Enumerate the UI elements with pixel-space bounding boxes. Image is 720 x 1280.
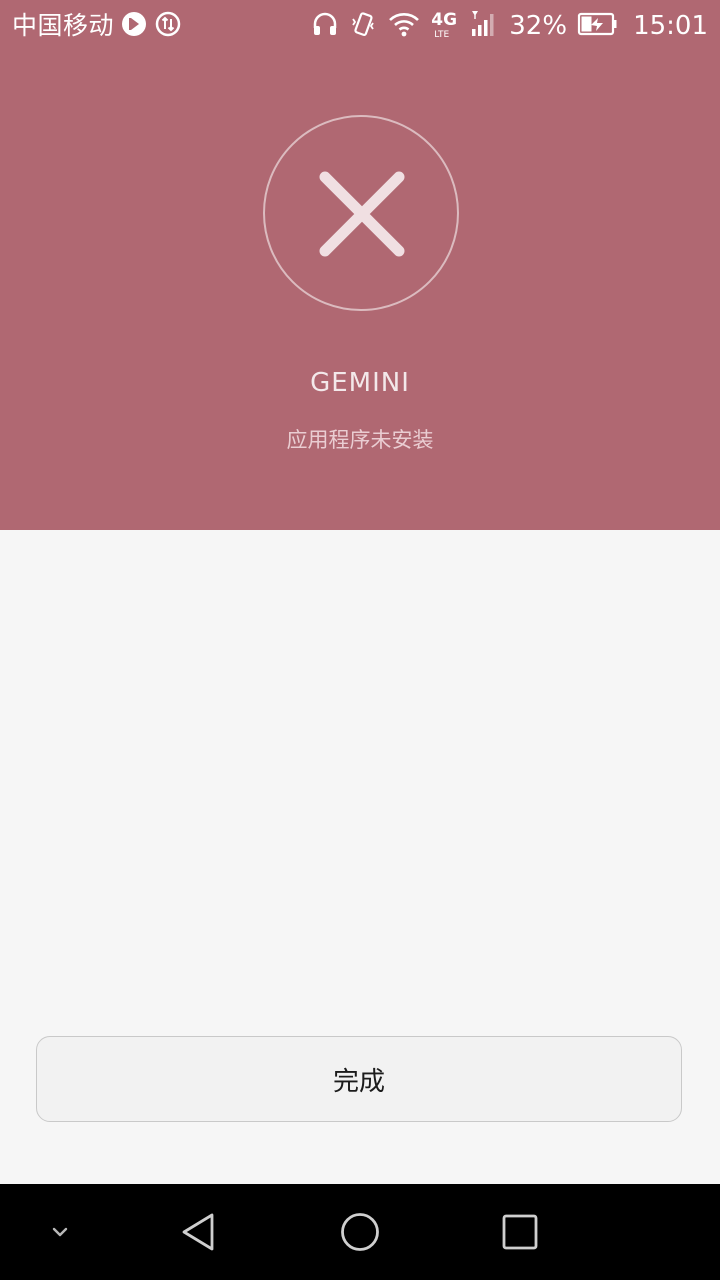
install-failed-badge <box>263 115 459 311</box>
network-subtype-label: LTE <box>434 30 450 40</box>
back-button[interactable] <box>150 1184 250 1280</box>
vibrate-icon <box>349 10 377 42</box>
back-icon <box>182 1213 214 1251</box>
install-result-header: 中国移动 4G LTE 32% 15:01 GEMINI 应用程序未安装 <box>0 0 720 530</box>
done-button[interactable]: 完成 <box>36 1036 682 1122</box>
network-type-icon: 4G LTE <box>431 9 459 43</box>
chevron-down-icon <box>52 1227 68 1237</box>
hide-nav-button[interactable] <box>10 1184 110 1280</box>
clock: 15:01 <box>633 11 708 41</box>
status-bar: 中国移动 4G LTE 32% 15:01 <box>0 0 720 52</box>
status-bar-left: 中国移动 <box>12 9 182 43</box>
wifi-icon <box>387 10 421 42</box>
home-button[interactable] <box>310 1184 410 1280</box>
app-screen: 中国移动 4G LTE 32% 15:01 GEMINI 应用程序未安装 完成 <box>0 0 720 1280</box>
navigation-bar <box>0 1184 720 1280</box>
play-circle-icon <box>120 10 148 42</box>
recents-icon <box>502 1214 538 1250</box>
signal-icon <box>469 9 499 43</box>
status-bar-right: 4G LTE 32% 15:01 <box>311 9 708 43</box>
close-icon <box>319 171 405 257</box>
home-icon <box>341 1213 379 1251</box>
app-name: GEMINI <box>310 368 410 398</box>
recents-button[interactable] <box>470 1184 570 1280</box>
headphones-icon <box>311 10 339 42</box>
carrier-name: 中国移动 <box>12 11 115 40</box>
data-sync-icon <box>154 10 182 42</box>
battery-percent: 32% <box>509 11 568 41</box>
network-type-label: 4G <box>431 10 458 30</box>
battery-charging-icon <box>577 10 619 42</box>
install-status-text: 应用程序未安装 <box>286 428 434 452</box>
